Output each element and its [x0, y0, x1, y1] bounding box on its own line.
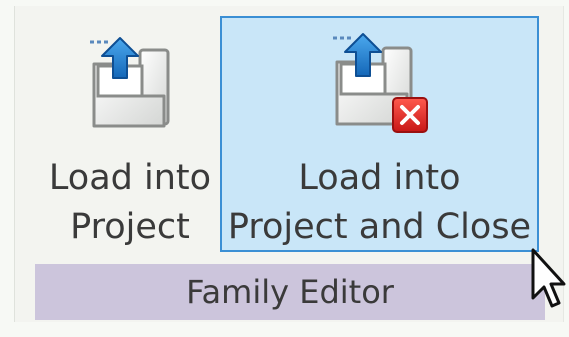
load-into-project-and-close-label: Load into Project and Close [227, 158, 532, 247]
load-into-project-button[interactable]: Load into Project [35, 16, 225, 252]
load-into-project-and-close-icon [325, 28, 435, 144]
load-into-project-label: Load into Project [48, 158, 212, 247]
panel-title: Family Editor [35, 264, 545, 320]
ribbon-area: Load into Project Load into Project and … [0, 0, 569, 337]
load-into-project-and-close-button[interactable]: Load into Project and Close [220, 16, 539, 252]
close-icon [391, 97, 428, 133]
family-editor-panel: Load into Project Load into Project and … [14, 6, 564, 322]
load-into-project-icon [84, 34, 176, 138]
mouse-pointer-icon [530, 248, 566, 318]
